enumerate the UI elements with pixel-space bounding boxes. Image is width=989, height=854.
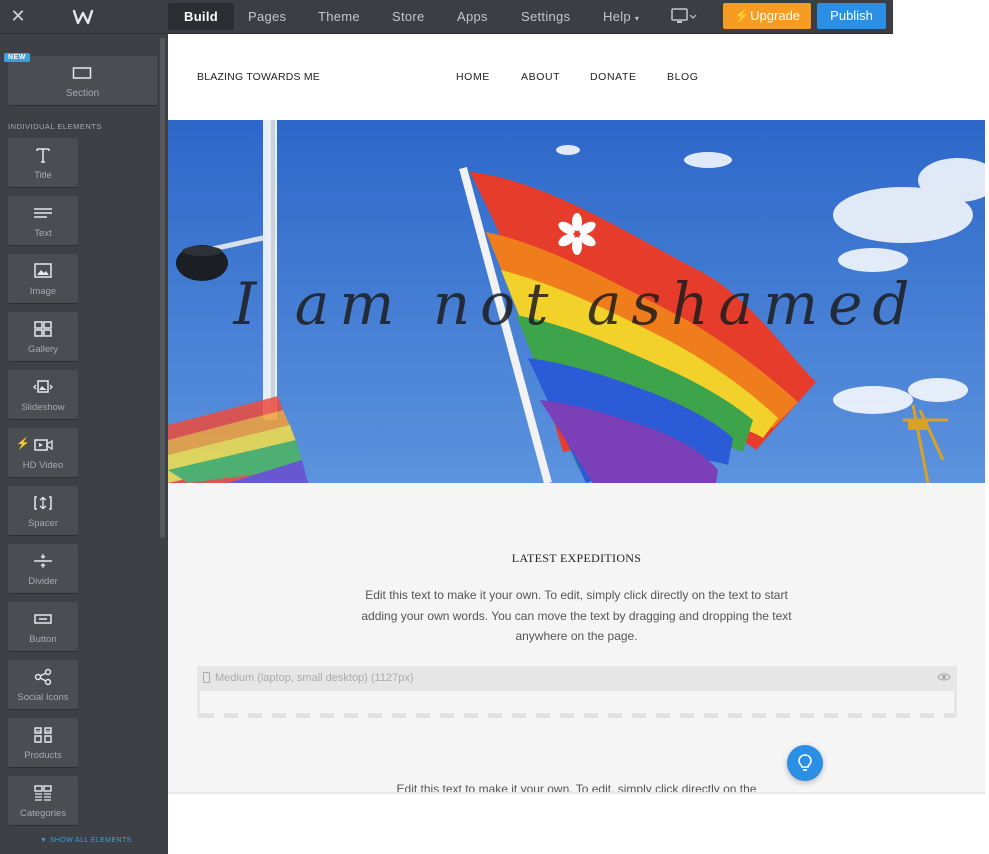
new-badge: NEW [4, 53, 30, 62]
element-label: Button [29, 634, 57, 645]
nav-home[interactable]: HOME [456, 71, 490, 83]
content-body[interactable]: Edit this text to make it your own. To e… [358, 585, 795, 647]
upgrade-button[interactable]: ⚡Upgrade [723, 3, 811, 29]
element-label: Slideshow [21, 402, 65, 413]
tab-build[interactable]: Build [168, 3, 234, 30]
element-label: Spacer [27, 518, 59, 529]
element-label: HD Video [22, 460, 64, 471]
divider-icon [34, 554, 52, 568]
content-heading[interactable]: LATEST EXPEDITIONS [168, 551, 985, 566]
element-label: Text [34, 228, 52, 239]
tab-help[interactable]: Help ▾ [587, 3, 655, 30]
element-label: Title [34, 170, 52, 181]
section-icon [72, 67, 92, 79]
element-tile-spacer[interactable]: Spacer [8, 486, 78, 535]
eye-icon[interactable] [937, 672, 951, 682]
nav-donate[interactable]: DONATE [590, 71, 637, 83]
section-label: Section [65, 88, 100, 99]
show-all-elements-link[interactable]: ▼ SHOW ALL ELEMENTS [40, 837, 132, 844]
element-label: Divider [28, 576, 58, 587]
close-icon[interactable]: ✕ [10, 7, 26, 25]
element-tile-title[interactable]: Title [8, 138, 78, 187]
sidebar-scrollbar[interactable] [160, 38, 165, 538]
nav-blog[interactable]: BLOG [667, 71, 699, 83]
element-label: Products [24, 750, 62, 761]
tab-settings[interactable]: Settings [505, 3, 586, 30]
drop-zone-placeholder[interactable] [197, 691, 957, 718]
element-label: Gallery [27, 344, 59, 355]
section-element-tile[interactable]: Section [8, 56, 157, 105]
image-icon [34, 263, 52, 278]
gallery-icon [34, 321, 52, 337]
lightbulb-icon [798, 754, 812, 771]
spacer-icon [34, 496, 52, 510]
chevron-down-icon: ▾ [634, 14, 640, 23]
element-tile-products[interactable]: Products [8, 718, 78, 767]
text-icon [34, 208, 52, 218]
element-label: Social Icons [17, 692, 69, 703]
site-title[interactable]: BLAZING TOWARDS ME [197, 71, 320, 83]
weebly-logo-icon[interactable] [72, 6, 94, 28]
products-icon [34, 727, 52, 743]
site-header: BLAZING TOWARDS ME HOME ABOUT DONATE BLO… [168, 34, 985, 120]
element-tile-slideshow[interactable]: Slideshow [8, 370, 78, 419]
lightning-icon: ⚡ [733, 8, 751, 23]
element-tile-button[interactable]: Button [8, 602, 78, 651]
top-toolbar: ✕ Build Pages Theme Store Apps Settings … [0, 0, 893, 34]
element-tile-image[interactable]: Image [8, 254, 78, 303]
elements-sidebar: Section NEW INDIVIDUAL ELEMENTS Title Te… [0, 34, 168, 854]
tab-theme[interactable]: Theme [302, 3, 376, 30]
categories-icon [34, 785, 52, 801]
element-tile-divider[interactable]: Divider [8, 544, 78, 593]
slideshow-icon [33, 380, 53, 393]
content-section: LATEST EXPEDITIONS Edit this text to mak… [168, 483, 985, 793]
element-tile-text[interactable]: Text [8, 196, 78, 245]
element-tile-hd-video[interactable]: ⚡ HD Video [8, 428, 78, 477]
group-label: INDIVIDUAL ELEMENTS [8, 122, 102, 131]
element-label: Categories [20, 808, 66, 819]
breakpoint-label: Medium (laptop, small desktop) (1127px) [215, 672, 414, 684]
caret-down-icon: ▼ [40, 837, 48, 844]
lightning-icon: ⚡ [16, 438, 30, 450]
publish-button[interactable]: Publish [817, 3, 886, 29]
canvas-divider [168, 792, 985, 794]
element-tile-gallery[interactable]: Gallery [8, 312, 78, 361]
element-label: Image [29, 286, 57, 297]
nav-about[interactable]: ABOUT [521, 71, 560, 83]
hero-banner[interactable]: I am not ashamed [168, 120, 985, 483]
phone-icon [203, 672, 210, 683]
element-tile-categories[interactable]: Categories [8, 776, 78, 825]
tab-apps[interactable]: Apps [441, 3, 504, 30]
tips-button[interactable] [787, 745, 823, 781]
tab-store[interactable]: Store [376, 3, 441, 30]
element-tile-social-icons[interactable]: Social Icons [8, 660, 78, 709]
desktop-device-icon[interactable] [670, 7, 700, 27]
title-icon [36, 148, 50, 163]
button-icon [34, 614, 52, 624]
tab-pages[interactable]: Pages [232, 3, 302, 30]
site-canvas: BLAZING TOWARDS ME HOME ABOUT DONATE BLO… [168, 34, 989, 854]
video-icon [34, 439, 53, 451]
hero-title[interactable]: I am not ashamed [168, 270, 985, 338]
breakpoint-bar: Medium (laptop, small desktop) (1127px) [197, 666, 957, 691]
social-icon [34, 668, 52, 686]
